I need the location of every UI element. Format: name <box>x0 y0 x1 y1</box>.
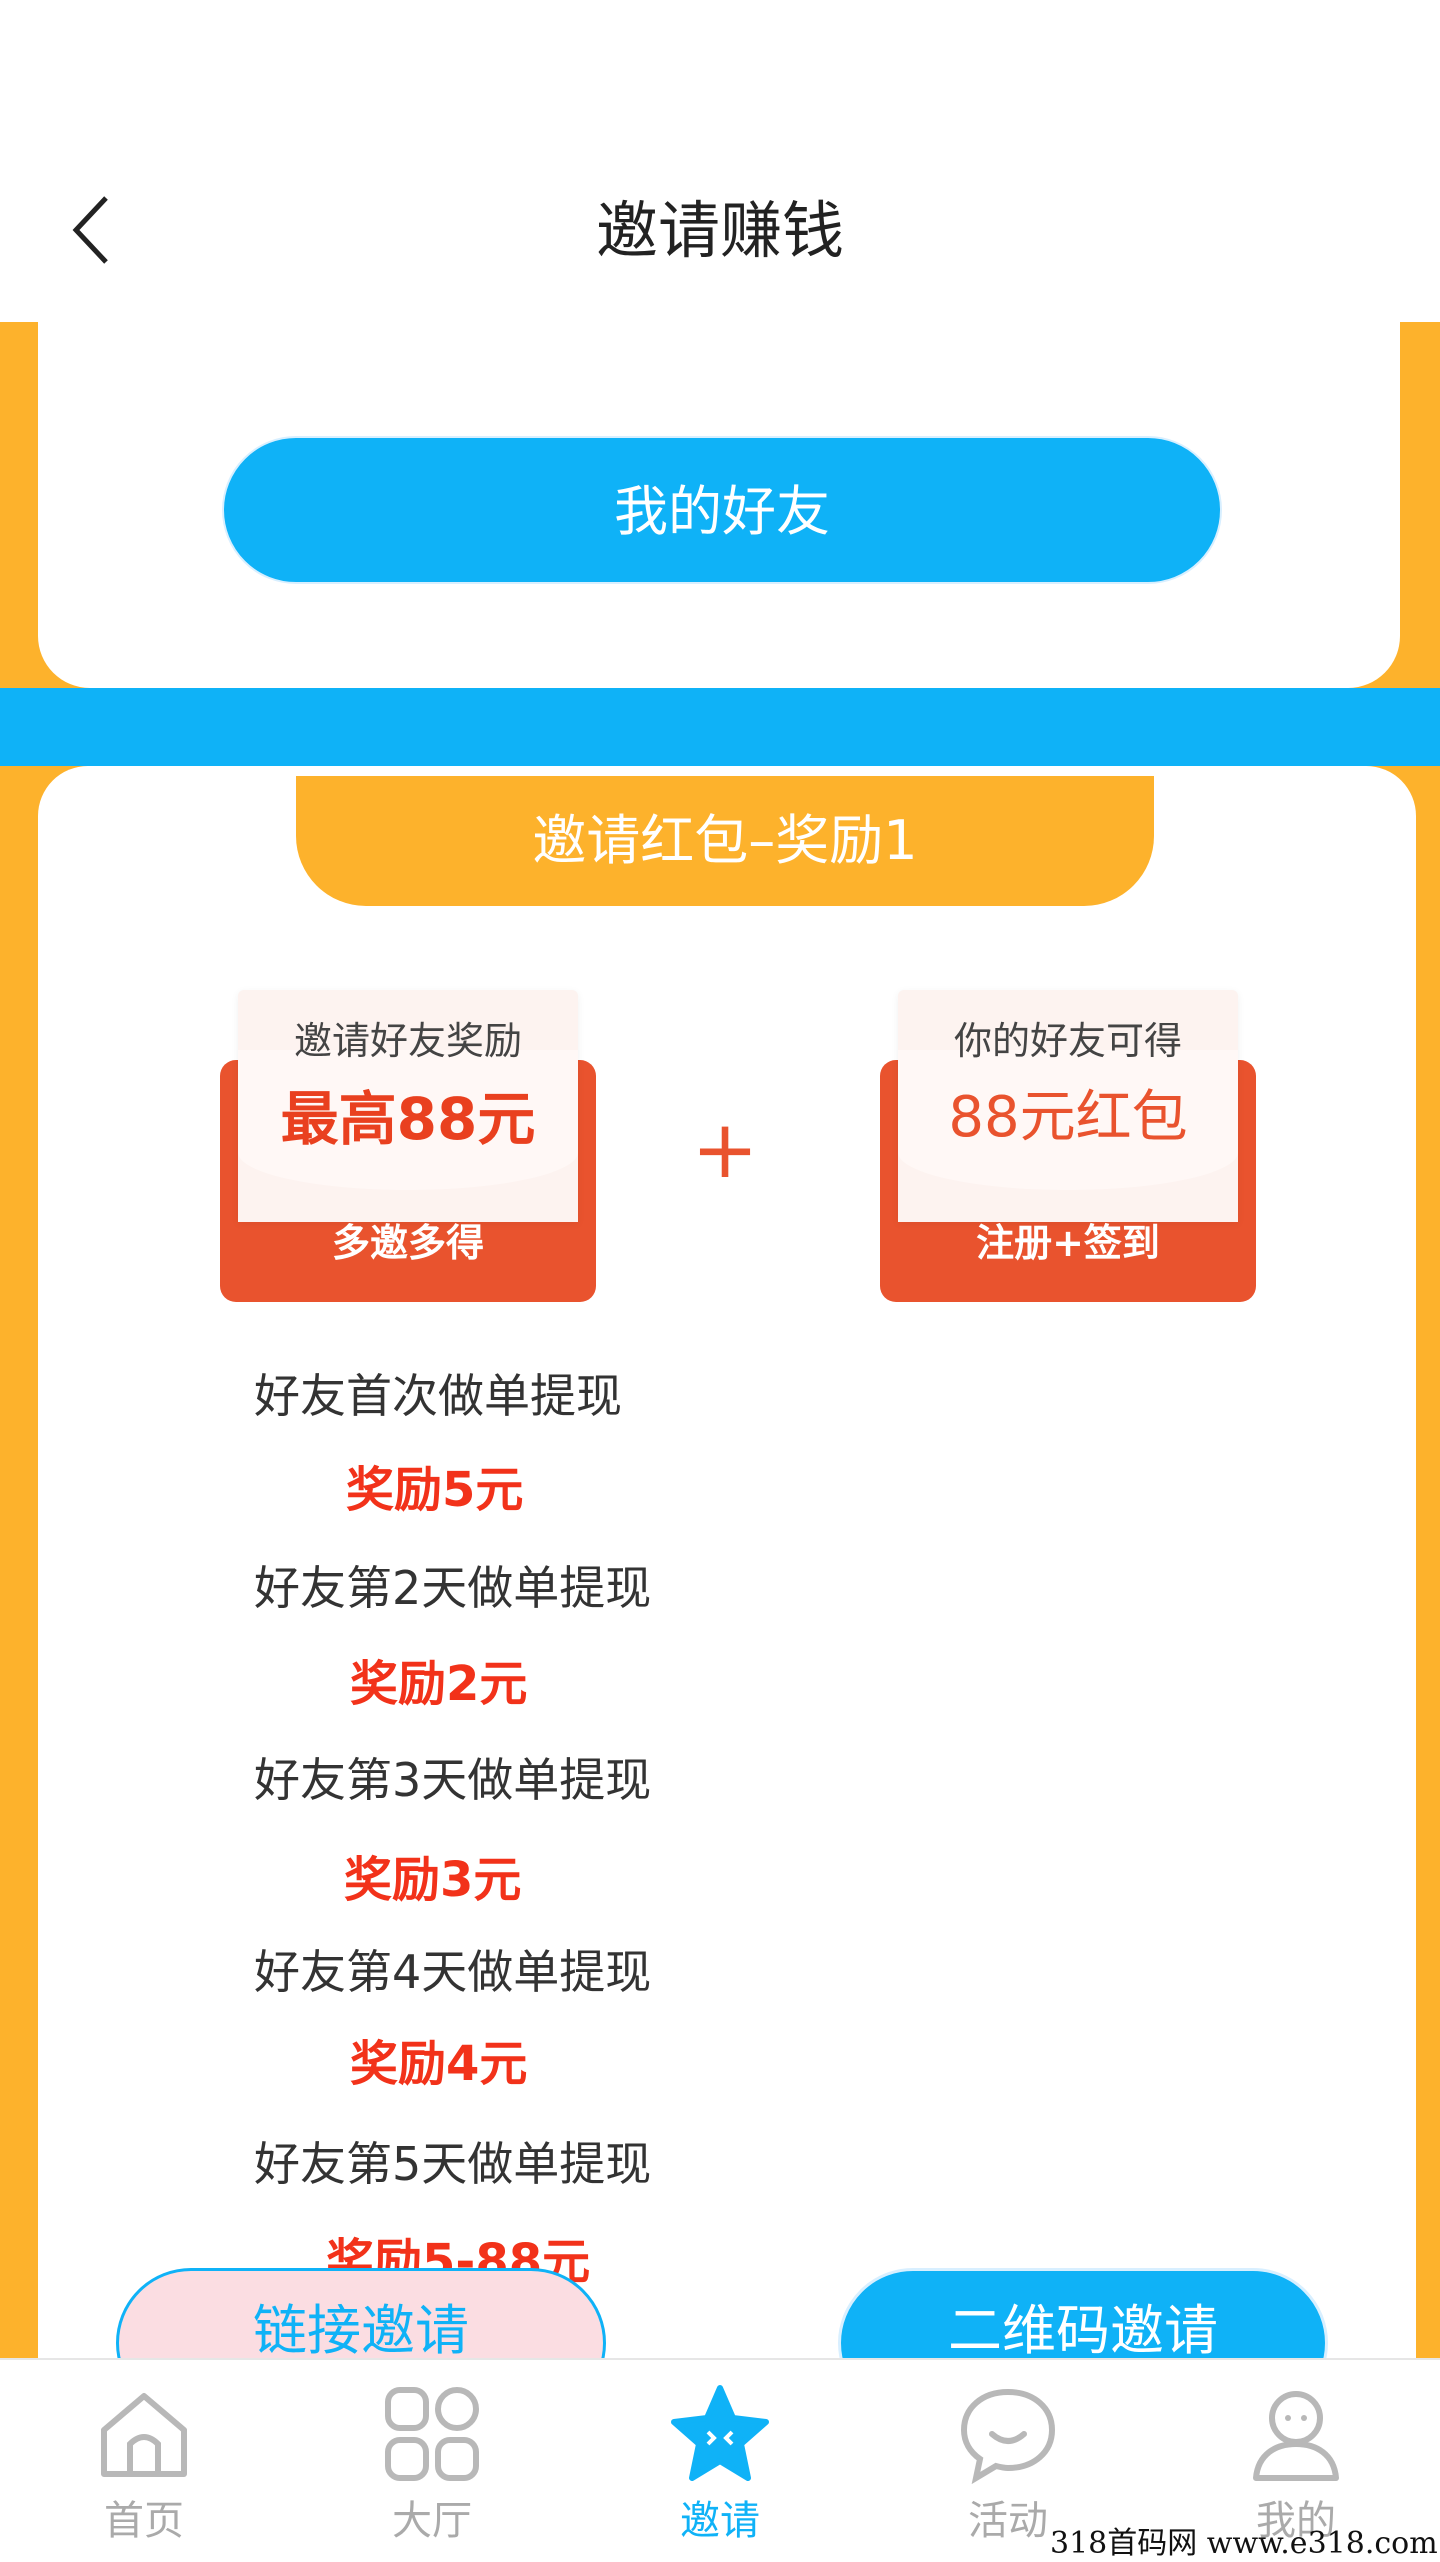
friend-reward-note: 注册+签到 <box>976 1221 1160 1265</box>
plus-sign: + <box>691 1103 759 1196</box>
nav-label-home: 首页 <box>104 2498 184 2544</box>
step-4-reward: 奖励4元 <box>350 2036 528 2092</box>
inviter-reward-box: 邀请好友奖励 最高88元 多邀多得 <box>220 990 596 1302</box>
step-3-reward: 奖励3元 <box>344 1852 522 1908</box>
inviter-reward-note: 多邀多得 <box>331 1221 484 1265</box>
home-icon <box>94 2384 194 2484</box>
my-friends-button[interactable]: 我的好友 <box>222 436 1222 584</box>
user-icon <box>1246 2384 1346 2484</box>
grid-icon <box>382 2384 482 2484</box>
step-5-text: 好友第5天做单提现 <box>254 2137 652 2191</box>
nav-label-invite: 邀请 <box>680 2498 760 2544</box>
chat-icon <box>958 2384 1058 2485</box>
step-1-reward: 奖励5元 <box>346 1462 524 1518</box>
inviter-reward-amount: 最高88元 <box>280 1085 536 1153</box>
divider-strip <box>0 688 1440 766</box>
step-4-text: 好友第4天做单提现 <box>254 1945 652 1999</box>
step-2-reward: 奖励2元 <box>350 1656 528 1712</box>
star-icon <box>670 2384 770 2484</box>
nav-item-home[interactable]: 首页 <box>0 2360 288 2562</box>
inviter-reward-label: 邀请好友奖励 <box>293 1019 522 1063</box>
nav-item-hall[interactable]: 大厅 <box>288 2360 576 2562</box>
step-2-text: 好友第2天做单提现 <box>254 1561 652 1615</box>
nav-label-hall: 大厅 <box>392 2498 472 2544</box>
nav-item-invite[interactable]: 邀请 <box>576 2360 864 2562</box>
reward-banner-title: 邀请红包–奖励1 <box>296 776 1154 906</box>
page-title: 邀请赚钱 <box>595 194 844 267</box>
friend-reward-box: 你的好友可得 88元红包 注册+签到 <box>880 990 1256 1302</box>
friend-reward-label: 你的好友可得 <box>953 1019 1182 1063</box>
step-3-text: 好友第3天做单提现 <box>254 1753 652 1807</box>
friend-reward-amount: 88元红包 <box>948 1085 1188 1150</box>
step-1-text: 好友首次做单提现 <box>254 1369 622 1423</box>
watermark-text: 318首码网 www.e318.com <box>1050 2526 1438 2561</box>
